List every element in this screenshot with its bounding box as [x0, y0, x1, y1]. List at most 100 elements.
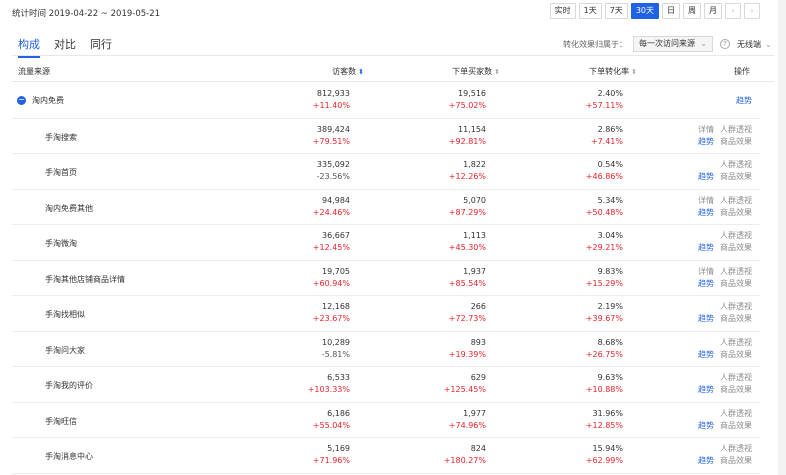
- action-line-2: 趋势 商品效果: [688, 242, 752, 254]
- period-button-3[interactable]: 30天: [630, 3, 659, 19]
- detail-link[interactable]: 详情: [698, 195, 714, 207]
- conv-change: +10.88%: [585, 385, 623, 394]
- buyers-change: +180.27%: [443, 456, 486, 465]
- goods-effect-link[interactable]: 商品效果: [720, 384, 752, 396]
- period-button-2[interactable]: 7天: [604, 3, 628, 19]
- crowd-insight-link[interactable]: 人群透视: [720, 372, 752, 384]
- detail-link[interactable]: 详情: [698, 266, 714, 278]
- chevron-right-icon[interactable]: ›: [744, 3, 760, 19]
- period-button-4[interactable]: 日: [662, 3, 680, 19]
- goods-effect-link[interactable]: 商品效果: [720, 136, 752, 148]
- table-row: 手淘消息中心 5,169 +71.96% 824 +180.27% 15.94% +62.9…: [12, 438, 760, 474]
- conv-value: 2.86%: [597, 124, 623, 134]
- action-line-1: 人群透视: [688, 230, 752, 242]
- period-button-0[interactable]: 实时: [549, 3, 576, 19]
- conv-cell: 5.34% +50.48%: [586, 195, 623, 219]
- visitors-value: 5,169: [327, 444, 350, 453]
- col-conversion[interactable]: 下单转化率 ⬍: [589, 66, 637, 77]
- goods-effect-link[interactable]: 商品效果: [720, 171, 752, 183]
- sort-icon[interactable]: ⬍: [494, 68, 500, 76]
- period-button-5[interactable]: 周: [683, 3, 701, 19]
- period-button-1[interactable]: 1天: [578, 3, 602, 19]
- chevron-down-icon: ⌄: [765, 39, 772, 49]
- source-name: 手淘旺信: [45, 416, 77, 426]
- crowd-insight-link[interactable]: 人群透视: [720, 195, 752, 207]
- conv-change: +29.21%: [585, 243, 623, 252]
- conv-value: 0.54%: [597, 160, 623, 169]
- conv-value: 31.96%: [592, 408, 623, 418]
- col-ops: 操作: [734, 67, 750, 76]
- crowd-insight-link[interactable]: 人群透视: [720, 124, 752, 136]
- period-button-6[interactable]: 月: [704, 3, 722, 19]
- source-name: 手淘首页: [45, 168, 77, 177]
- trend-link[interactable]: 趋势: [698, 455, 714, 467]
- trend-link[interactable]: 趋势: [698, 171, 714, 183]
- conv-cell: 9.63% +10.88%: [586, 372, 623, 396]
- action-line-2: 趋势 商品效果: [688, 313, 752, 325]
- action-line-1: 详情 人群透视: [688, 195, 752, 207]
- goods-effect-link[interactable]: 商品效果: [720, 349, 752, 361]
- buyers-change: +85.54%: [448, 278, 486, 288]
- crowd-insight-link[interactable]: 人群透视: [720, 408, 752, 420]
- trend-link[interactable]: 趋势: [698, 207, 714, 219]
- crowd-insight-link[interactable]: 人群透视: [720, 266, 752, 278]
- visitors-change: +71.96%: [312, 456, 350, 465]
- goods-effect-link[interactable]: 商品效果: [720, 242, 752, 254]
- trend-link[interactable]: 趋势: [698, 349, 714, 361]
- detail-link[interactable]: 详情: [698, 124, 714, 136]
- goods-effect-link[interactable]: 商品效果: [720, 313, 752, 325]
- action-line-2: 趋势 商品效果: [688, 455, 752, 467]
- buyers-cell: 1,822 +12.26%: [449, 159, 486, 183]
- goods-effect-link[interactable]: 商品效果: [720, 207, 752, 219]
- visitors-value: 335,092: [316, 160, 350, 169]
- trend-link[interactable]: 趋势: [698, 242, 714, 254]
- conv-cell: 3.04% +29.21%: [586, 230, 623, 254]
- tab-divider: [12, 55, 774, 56]
- buyers-value: 629: [470, 373, 486, 382]
- goods-effect-link[interactable]: 商品效果: [720, 278, 752, 290]
- trend-link[interactable]: 趋势: [698, 420, 714, 432]
- goods-effect-link[interactable]: 商品效果: [720, 420, 752, 432]
- action-line-1: 详情 人群透视: [688, 124, 752, 136]
- sort-icon[interactable]: ⬍: [631, 68, 637, 76]
- device-label: 无线端: [737, 39, 761, 49]
- source-name: 手淘搜索: [45, 132, 77, 142]
- trend-link[interactable]: 趋势: [736, 95, 752, 106]
- trend-link[interactable]: 趋势: [698, 278, 714, 290]
- crowd-insight-link[interactable]: 人群透视: [720, 443, 752, 455]
- col-buyers-label: 下单买家数: [452, 67, 493, 76]
- conv-cell: 0.54% +46.86%: [586, 159, 623, 183]
- crowd-insight-link[interactable]: 人群透视: [720, 230, 752, 242]
- chevron-left-icon[interactable]: ‹: [725, 3, 741, 19]
- device-select[interactable]: 无线端 ⌄: [737, 39, 772, 50]
- scrollbar[interactable]: [778, 0, 786, 475]
- trend-link[interactable]: 趋势: [698, 313, 714, 325]
- col-visitors[interactable]: 访客数 ⬍: [332, 66, 364, 77]
- source-name: 淘内免费: [32, 96, 64, 105]
- crowd-insight-link[interactable]: 人群透视: [720, 159, 752, 171]
- buyers-value: 11,154: [458, 124, 486, 134]
- trend-link[interactable]: 趋势: [698, 136, 714, 148]
- trend-link[interactable]: 趋势: [698, 384, 714, 396]
- buyers-change: +72.73%: [448, 314, 486, 323]
- attribution-select[interactable]: 每一次访问来源 ⌄: [633, 36, 713, 52]
- row-actions: 人群透视 趋势 商品效果: [688, 372, 752, 396]
- crowd-insight-link[interactable]: 人群透视: [720, 301, 752, 313]
- sort-desc-icon[interactable]: ⬍: [358, 68, 364, 76]
- col-buyers[interactable]: 下单买家数 ⬍: [452, 66, 500, 77]
- collapse-minus-icon[interactable]: −: [17, 96, 26, 105]
- action-line-2: 趋势 商品效果: [688, 171, 752, 183]
- period-selector: 实时 1天 7天 30天日周月 ‹ ›: [549, 3, 760, 19]
- goods-effect-link[interactable]: 商品效果: [720, 455, 752, 467]
- row-actions: 人群透视 趋势 商品效果: [688, 443, 752, 467]
- action-line-1: 人群透视: [688, 372, 752, 384]
- question-circle-icon[interactable]: ?: [720, 39, 730, 49]
- crowd-insight-link[interactable]: 人群透视: [720, 337, 752, 349]
- row-actions: 人群透视 趋势 商品效果: [688, 230, 752, 254]
- data-table-body: − 淘内免费 812,933 +11.40% 19,516 +75.02% 2.40% +57…: [12, 83, 760, 474]
- action-line-2: 趋势 商品效果: [688, 207, 752, 219]
- conv-cell: 8.68% +26.75%: [586, 337, 623, 361]
- table-row: − 淘内免费 812,933 +11.40% 19,516 +75.02% 2.40% +57…: [12, 83, 760, 119]
- conv-change: +26.75%: [585, 349, 623, 359]
- action-line-1: 详情 人群透视: [688, 266, 752, 278]
